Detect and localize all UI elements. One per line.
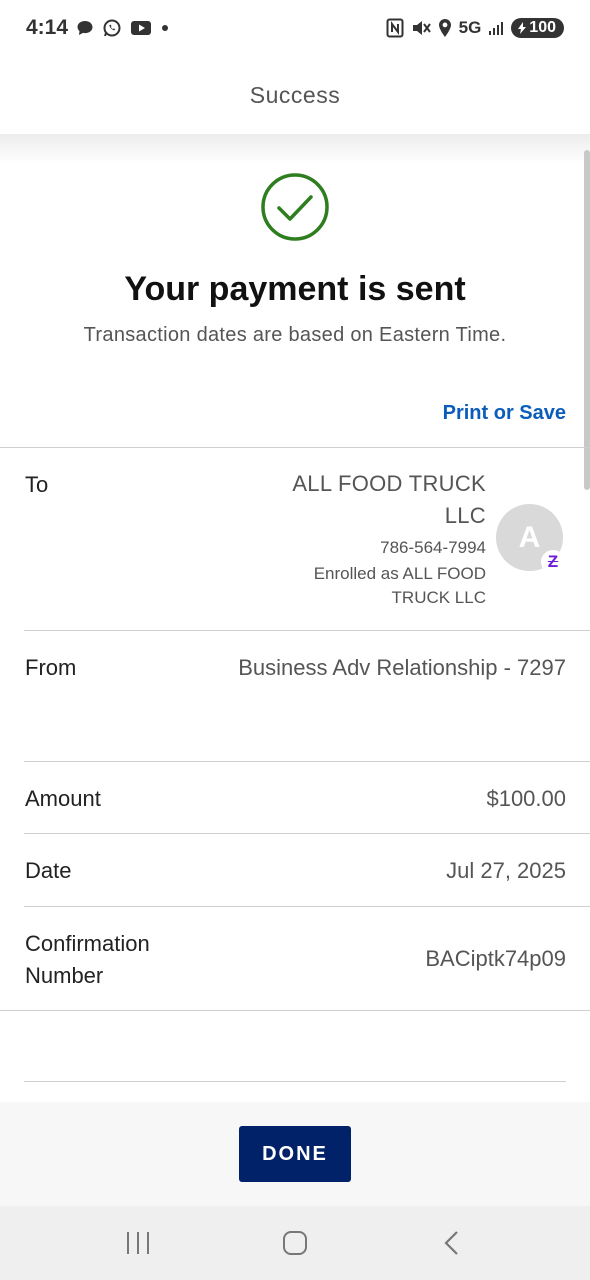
recent-apps-icon[interactable] xyxy=(108,1213,168,1273)
page-title: Success xyxy=(249,81,341,108)
amount-value: $100.00 xyxy=(486,786,566,811)
status-right: 5G 100 xyxy=(386,18,564,38)
status-time: 4:14 xyxy=(26,16,69,39)
back-icon[interactable] xyxy=(422,1213,482,1273)
done-button[interactable]: DONE xyxy=(239,1126,351,1182)
confirmation-number-label: Confirmation Number xyxy=(25,931,150,988)
status-left: 4:14 xyxy=(26,16,170,40)
from-account: Business Adv Relationship - 7297 xyxy=(238,655,566,680)
system-nav-bar xyxy=(0,1206,590,1280)
divider xyxy=(0,1010,590,1011)
youtube-icon xyxy=(130,19,152,37)
print-or-save-link[interactable]: Print or Save xyxy=(443,402,566,425)
battery-level: 100 xyxy=(529,19,556,36)
divider xyxy=(24,630,590,631)
divider xyxy=(24,833,590,834)
timezone-note: Transaction dates are based on Eastern T… xyxy=(83,324,507,346)
success-check-icon xyxy=(260,172,330,242)
amount-label: Amount xyxy=(25,786,101,811)
home-icon[interactable] xyxy=(265,1213,325,1273)
app-header: Success xyxy=(0,56,590,134)
date-label: Date xyxy=(25,858,72,883)
scrollbar[interactable] xyxy=(584,150,590,490)
zelle-badge-letter: Z xyxy=(547,552,559,571)
nfc-icon xyxy=(386,18,404,38)
from-label: From xyxy=(25,655,77,680)
whatsapp-icon xyxy=(102,18,122,38)
dot-icon xyxy=(160,23,170,33)
signal-icon xyxy=(488,20,504,36)
location-icon xyxy=(438,18,452,38)
recipient-enrolled-as: Enrolled as ALL FOOD TRUCK LLC xyxy=(313,564,486,607)
recipient-phone: 786-564-7994 xyxy=(380,538,486,557)
divider xyxy=(0,447,590,448)
network-label: 5G xyxy=(458,18,482,37)
divider xyxy=(24,761,590,762)
header-shadow xyxy=(0,134,590,164)
divider xyxy=(24,1081,566,1082)
status-bar: 4:14 5G 100 xyxy=(0,0,590,56)
zelle-badge-icon: Z xyxy=(541,550,565,574)
payment-sent-headline: Your payment is sent xyxy=(124,270,466,308)
date-value: Jul 27, 2025 xyxy=(446,858,566,883)
battery-icon: 100 xyxy=(511,18,564,38)
divider xyxy=(24,906,590,907)
avatar-letter: A xyxy=(518,520,541,554)
confirmation-number-value: BACiptk74p09 xyxy=(425,946,566,971)
to-label: To xyxy=(25,472,49,497)
chat-icon xyxy=(76,19,94,37)
mute-icon xyxy=(411,18,431,38)
recipient-name: ALL FOOD TRUCK LLC xyxy=(292,471,486,528)
